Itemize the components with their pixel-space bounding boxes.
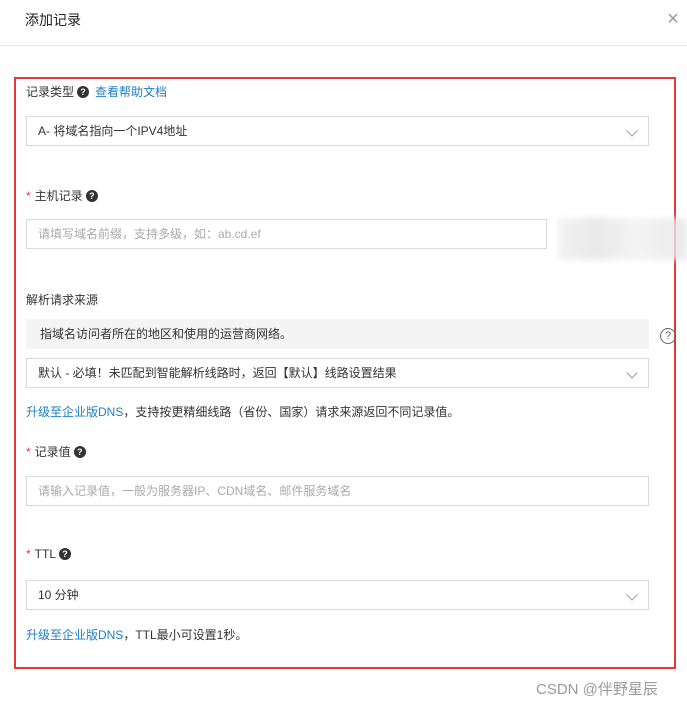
ttl-upgrade-note: 升级至企业版DNS，TTL最小可设置1秒。: [26, 626, 247, 643]
record-value-label-row: * 记录值 ?: [26, 443, 86, 460]
record-type-value: A- 将域名指向一个IPV4地址: [38, 124, 188, 138]
record-type-label-row: 记录类型 ? 查看帮助文档: [26, 83, 167, 100]
resolve-source-label: 解析请求来源: [26, 293, 99, 307]
ttl-label-row: * TTL ?: [26, 547, 72, 561]
resolve-line-value: 默认 - 必填！未匹配到智能解析线路时，返回【默认】线路设置结果: [38, 366, 397, 380]
record-value-placeholder: 请输入记录值，一般为服务器IP、CDN域名、邮件服务域名: [38, 484, 352, 498]
dialog-header: 添加记录 ×: [0, 0, 687, 46]
required-mark: *: [26, 444, 31, 459]
host-record-label-row: * 主机记录 ?: [26, 187, 98, 204]
close-icon[interactable]: ×: [664, 9, 682, 29]
upgrade-note-text: ，支持按更精细线路（省份、国家）请求来源返回不同记录值。: [123, 405, 460, 419]
record-type-select[interactable]: A- 将域名指向一个IPV4地址: [26, 116, 649, 146]
redacted-area: [558, 218, 687, 260]
upgrade-enterprise-link[interactable]: 升级至企业版DNS: [26, 628, 123, 642]
upgrade-enterprise-link[interactable]: 升级至企业版DNS: [26, 405, 123, 419]
help-icon[interactable]: ?: [73, 445, 86, 458]
watermark: CSDN @伴野星辰: [536, 681, 658, 698]
resolve-source-tip: 指域名访问者所在的地区和使用的运营商网络。: [26, 319, 649, 349]
host-record-label: 主机记录: [34, 189, 83, 203]
help-icon[interactable]: ?: [59, 548, 72, 560]
help-icon[interactable]: ?: [77, 85, 90, 98]
record-value-label: 记录值: [34, 445, 71, 459]
chevron-down-icon: [626, 589, 638, 601]
dialog-title: 添加记录: [25, 12, 81, 28]
resolve-upgrade-note: 升级至企业版DNS，支持按更精细线路（省份、国家）请求来源返回不同记录值。: [26, 403, 459, 420]
help-icon[interactable]: ?: [85, 189, 98, 202]
help-doc-link[interactable]: 查看帮助文档: [95, 83, 167, 100]
record-type-label: 记录类型: [26, 85, 75, 99]
chevron-down-icon: [626, 125, 638, 137]
host-record-input[interactable]: 请填写域名前缀，支持多级，如：ab.cd.ef: [26, 219, 547, 249]
ttl-label: TTL: [34, 547, 57, 561]
required-mark: *: [26, 547, 31, 561]
required-mark: *: [26, 188, 31, 203]
resolve-line-select[interactable]: 默认 - 必填！未匹配到智能解析线路时，返回【默认】线路设置结果: [26, 358, 649, 388]
resolve-source-label-row: 解析请求来源: [26, 291, 98, 308]
host-record-placeholder: 请填写域名前缀，支持多级，如：ab.cd.ef: [38, 227, 261, 241]
record-value-input[interactable]: 请输入记录值，一般为服务器IP、CDN域名、邮件服务域名: [26, 476, 649, 506]
chevron-down-icon: [626, 367, 638, 379]
question-circle-icon[interactable]: ?: [660, 328, 676, 344]
ttl-note-text: ，TTL最小可设置1秒。: [123, 628, 248, 642]
ttl-select[interactable]: 10 分钟: [26, 580, 649, 610]
ttl-value: 10 分钟: [38, 588, 79, 602]
